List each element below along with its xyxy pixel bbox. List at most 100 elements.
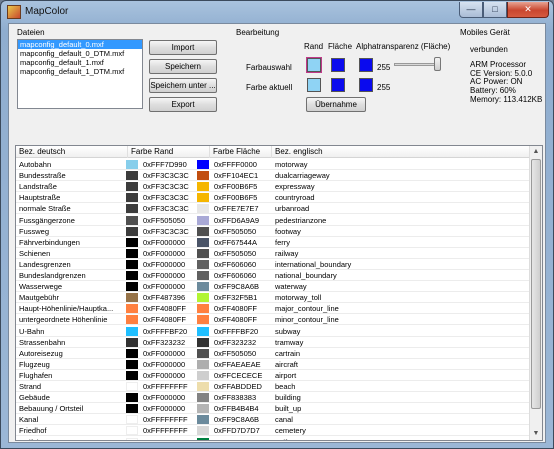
name-en-cell: motorway bbox=[275, 160, 308, 169]
table-row[interactable]: Golfplatz0xFFFFFFFF0xFF408000golfcourse bbox=[16, 437, 542, 441]
border-color-swatch bbox=[126, 337, 138, 347]
fill-color-swatch bbox=[197, 226, 209, 236]
select-fill-swatch[interactable] bbox=[331, 58, 345, 72]
border-color-swatch bbox=[126, 259, 138, 269]
scroll-thumb[interactable] bbox=[531, 159, 541, 409]
table-row[interactable]: Strand 0xFFFFFFFF 0xFFABDDED beach bbox=[16, 381, 542, 393]
header-name-en[interactable]: Bez. englisch bbox=[272, 146, 531, 158]
name-en-cell: ferry bbox=[275, 237, 290, 247]
fill-color-cell: 0xFF4080FF bbox=[214, 304, 257, 314]
table-row[interactable]: Autoreisezug 0xFF000000 0xFF505050 cartrain bbox=[16, 348, 542, 359]
border-color-swatch bbox=[126, 348, 138, 358]
fill-color-swatch bbox=[197, 370, 209, 380]
table-row[interactable]: Mautgebühr 0xFF487396 0xFF32F5B1 motorway_t… bbox=[16, 292, 542, 304]
header-border-color[interactable]: Farbe Rand bbox=[128, 146, 210, 158]
file-list-item[interactable]: mapconfig_default_1.mxf bbox=[18, 58, 142, 67]
table-row[interactable]: Schienen 0xFF000000 0xFF505050 railway bbox=[16, 248, 542, 259]
table-row[interactable]: Landesgrenzen 0xFF000000 0xFF606060 interna… bbox=[16, 259, 542, 270]
fill-color-swatch bbox=[197, 204, 209, 214]
fill-color-cell: 0xFF9C8A6B bbox=[214, 282, 260, 292]
table-row[interactable]: Flugzeug 0xFF000000 0xFFAEAEAE aircraft bbox=[16, 359, 542, 370]
table-row[interactable]: Landstraße 0xFF3C3C3C 0xFF00B6F5 expressway bbox=[16, 181, 542, 193]
table-row[interactable]: Bundeslandgrenzen 0xFF000000 0xFF606060 nat… bbox=[16, 270, 542, 282]
minimize-button[interactable]: — bbox=[459, 2, 483, 18]
file-list-item[interactable]: mapconfig_default_1_DTM.mxf bbox=[18, 67, 142, 76]
border-color-swatch bbox=[126, 226, 138, 236]
fill-column-label: Fläche bbox=[328, 42, 353, 51]
name-de-cell: Fussgängerzone bbox=[19, 215, 75, 225]
table-row[interactable]: Wasserwege 0xFF000000 0xFF9C8A6B waterway bbox=[16, 281, 542, 293]
fill-color-swatch bbox=[197, 271, 209, 280]
close-button[interactable]: ✕ bbox=[507, 2, 549, 18]
fill-color-cell: 0xFFCECECE bbox=[214, 370, 263, 380]
table-row[interactable]: U-Bahn 0xFFFFBF20 0xFFFFBF20 subway bbox=[16, 326, 542, 337]
name-en-cell: aircraft bbox=[275, 359, 298, 369]
save-button[interactable]: Speichern bbox=[149, 59, 217, 74]
fill-color-cell: 0xFF505050 bbox=[214, 226, 257, 236]
fill-color-cell: 0xFF505050 bbox=[214, 248, 257, 258]
fill-color-swatch bbox=[197, 193, 209, 203]
name-de-cell: Gebäude bbox=[19, 393, 50, 403]
alpha-select-value: 255 bbox=[377, 63, 391, 72]
table-row[interactable]: Hauptstraße 0xFF3C3C3C 0xFF00B6F5 countryro… bbox=[16, 192, 542, 204]
table-row[interactable]: Bebauung / Ortsteil 0xFF000000 0xFFB4B4B4 b… bbox=[16, 403, 542, 415]
select-border-swatch[interactable] bbox=[306, 57, 322, 73]
name-en-cell: cartrain bbox=[275, 348, 301, 358]
device-group: Mobiles Gerät verbunden ARM Processor CE … bbox=[456, 24, 544, 124]
title-bar[interactable]: MapColor — □ ✕ bbox=[1, 1, 553, 23]
fill-color-swatch bbox=[197, 359, 209, 369]
table-row[interactable]: Flughafen 0xFF000000 0xFFCECECE airport bbox=[16, 370, 542, 381]
fill-color-cell: 0xFFD6A9A9 bbox=[214, 215, 260, 225]
border-color-swatch bbox=[126, 326, 138, 336]
header-name-de[interactable]: Bez. deutsch bbox=[16, 146, 128, 158]
alpha-column-label: Alphatransparenz (Fläche) bbox=[356, 42, 451, 51]
border-color-swatch bbox=[126, 382, 138, 391]
name-en-cell: expressway bbox=[275, 182, 315, 192]
scroll-up-icon[interactable]: ▲ bbox=[530, 146, 542, 158]
alpha-slider-track[interactable] bbox=[394, 63, 438, 66]
table-row[interactable]: Fussgängerzone 0xFF505050 0xFFD6A9A9 pedest… bbox=[16, 215, 542, 226]
border-color-swatch bbox=[126, 304, 138, 314]
fill-color-swatch bbox=[197, 426, 209, 436]
files-list[interactable]: mapconfig_default_0.mxf mapconfig_default… bbox=[17, 39, 143, 109]
save-as-button[interactable]: Speichern unter ... bbox=[149, 78, 217, 93]
name-de-cell: Hauptstraße bbox=[19, 193, 61, 203]
border-column-label: Rand bbox=[304, 42, 324, 51]
alpha-slider-thumb[interactable] bbox=[434, 57, 441, 71]
fill-color-swatch bbox=[197, 415, 209, 425]
scroll-down-icon[interactable]: ▼ bbox=[530, 428, 542, 440]
vertical-scrollbar[interactable]: ▲ ▼ bbox=[529, 146, 542, 440]
table-row[interactable]: normale Straße 0xFF3C3C3C 0xFFE7E7E7 urbanr… bbox=[16, 203, 542, 215]
table-row[interactable]: Strassenbahn 0xFF323232 0xFF323232 tramway bbox=[16, 337, 542, 348]
table-row[interactable]: Fussweg 0xFF3C3C3C 0xFF505050 footway bbox=[16, 226, 542, 237]
file-list-item[interactable]: mapconfig_default_0.mxf bbox=[18, 40, 142, 49]
maximize-button[interactable]: □ bbox=[483, 2, 507, 18]
table-row[interactable]: untergeordnete Höhenlinie 0xFF4080FF 0xFF4… bbox=[16, 314, 542, 326]
client-area: Dateien mapconfig_default_0.mxf mapconfig… bbox=[8, 23, 546, 443]
name-en-cell: built_up bbox=[275, 404, 302, 414]
border-color-swatch bbox=[126, 437, 138, 440]
border-color-swatch bbox=[126, 393, 138, 403]
import-button[interactable]: Import bbox=[149, 40, 217, 55]
export-button[interactable]: Export bbox=[149, 97, 217, 112]
table-row[interactable]: Haupt-Höhenlinie/Hauptka... 0xFF4080FF 0xF… bbox=[16, 303, 542, 315]
name-de-cell: Wasserwege bbox=[19, 282, 63, 292]
table-row[interactable]: Friedhof 0xFFFFFFFF 0xFFD7D7D7 cemetery bbox=[16, 425, 542, 437]
name-en-cell: national_boundary bbox=[275, 271, 337, 280]
table-row[interactable]: Autobahn 0xFFF7D990 0xFFFF0000 motorway bbox=[16, 159, 542, 171]
name-en-cell: countryroad bbox=[275, 193, 315, 203]
header-fill-color[interactable]: Farbe Fläche bbox=[210, 146, 272, 158]
table-row[interactable]: Gebäude 0xFF000000 0xFF838383 building bbox=[16, 392, 542, 404]
border-color-swatch bbox=[126, 237, 138, 247]
table-row[interactable]: Fährverbindungen 0xFF000000 0xFF67544A ferr… bbox=[16, 237, 542, 248]
border-color-swatch bbox=[126, 204, 138, 214]
current-border-swatch bbox=[307, 78, 321, 92]
apply-button[interactable]: Übernahme bbox=[306, 97, 366, 112]
file-list-item[interactable]: mapconfig_default_0_DTM.mxf bbox=[18, 49, 142, 58]
fill-color-cell: 0xFF505050 bbox=[214, 348, 257, 358]
fill-color-cell: 0xFFFFBF20 bbox=[214, 326, 259, 336]
table-row[interactable]: Bundesstraße 0xFF3C3C3C 0xFF104EC1 dualcarr… bbox=[16, 170, 542, 182]
fill-color-cell: 0xFF408000 bbox=[211, 437, 273, 441]
table-row[interactable]: Kanal 0xFFFFFFFF 0xFF9C8A6B canal bbox=[16, 414, 542, 426]
fill-color-cell: 0xFFAEAEAE bbox=[214, 359, 261, 369]
